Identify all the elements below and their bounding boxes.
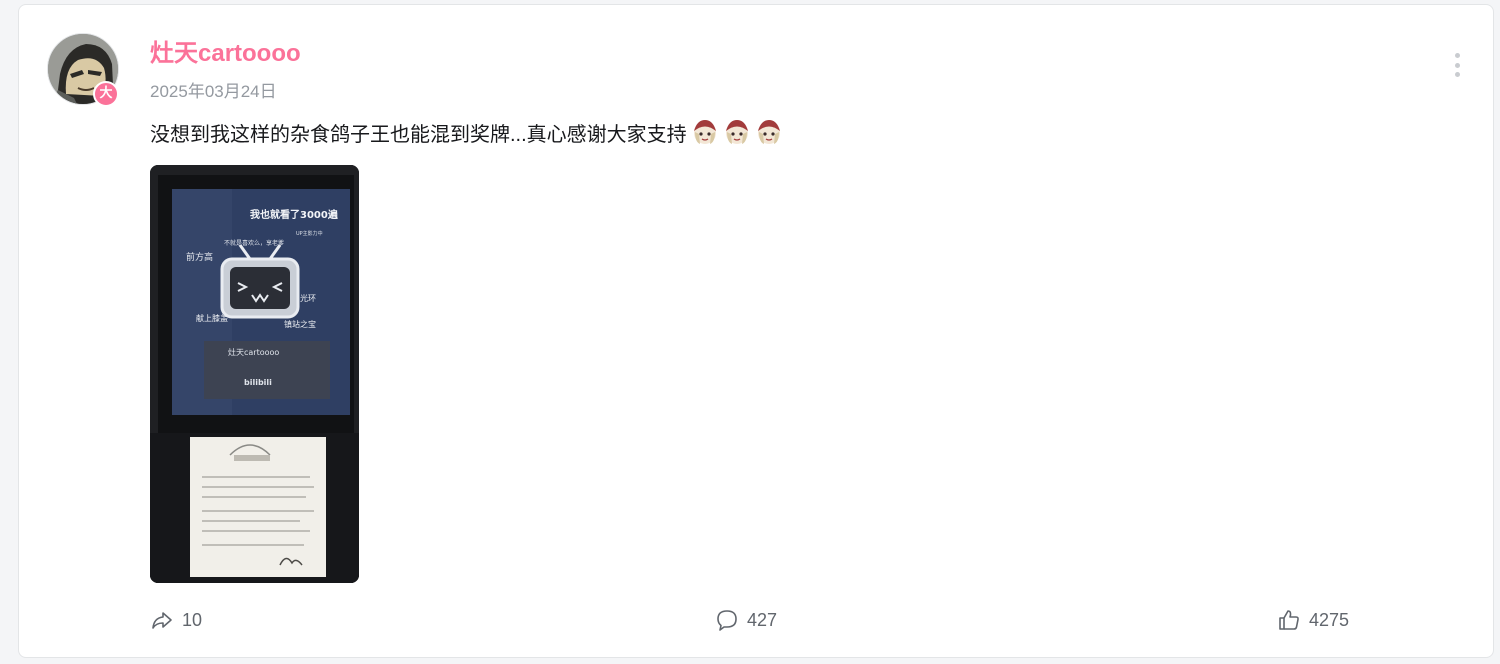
post-content: 没想到我这样的杂食鸽子王也能混到奖牌...真心感谢大家支持 xyxy=(150,117,783,147)
post-text: 没想到我这样的杂食鸽子王也能混到奖牌...真心感谢大家支持 xyxy=(150,123,687,146)
plaque-word: 不就是喜欢么，享老爹 xyxy=(224,239,284,247)
like-button[interactable]: 4275 xyxy=(1277,605,1349,635)
more-options-icon[interactable] xyxy=(1447,49,1467,81)
post-date: 2025年03月24日 xyxy=(150,82,277,101)
post-card: 大 灶天cartoooo 2025年03月24日 没想到我这样的杂食鸽子王也能混… xyxy=(18,4,1494,658)
comment-button[interactable]: 427 xyxy=(715,605,777,635)
plaque-headline: 我也就看了3000遍 xyxy=(250,208,339,221)
forward-count: 10 xyxy=(182,609,203,630)
author-avatar[interactable]: 大 xyxy=(47,33,119,107)
plaque-word: UP主影力中 xyxy=(296,230,323,237)
comment-count: 427 xyxy=(747,609,778,630)
emoji-character-icon xyxy=(725,120,748,144)
plaque-word: 前方高 xyxy=(186,251,213,263)
forward-icon xyxy=(152,612,172,629)
comment-icon xyxy=(717,610,737,631)
emoji-character-icon xyxy=(757,120,780,144)
post-image[interactable]: 我也就看了3000遍 前方高 UP主影力中 不就是喜欢么，享老爹 光环 献上膝盖… xyxy=(150,165,359,583)
thumb-up-icon xyxy=(1279,610,1299,630)
author-name[interactable]: 灶天cartoooo xyxy=(150,33,301,68)
plaque-word: 镇站之宝 xyxy=(284,319,316,329)
forward-button[interactable]: 10 xyxy=(150,605,202,635)
plaque-word: 光环 xyxy=(300,293,316,303)
plaque-name: 灶天cartoooo xyxy=(228,347,279,357)
like-count: 4275 xyxy=(1309,609,1350,630)
vip-badge: 大 xyxy=(93,81,119,107)
plaque-word: 献上膝盖 xyxy=(196,313,228,323)
emoji-character-icon xyxy=(693,120,716,144)
plaque-brand: bilibili xyxy=(244,378,272,387)
